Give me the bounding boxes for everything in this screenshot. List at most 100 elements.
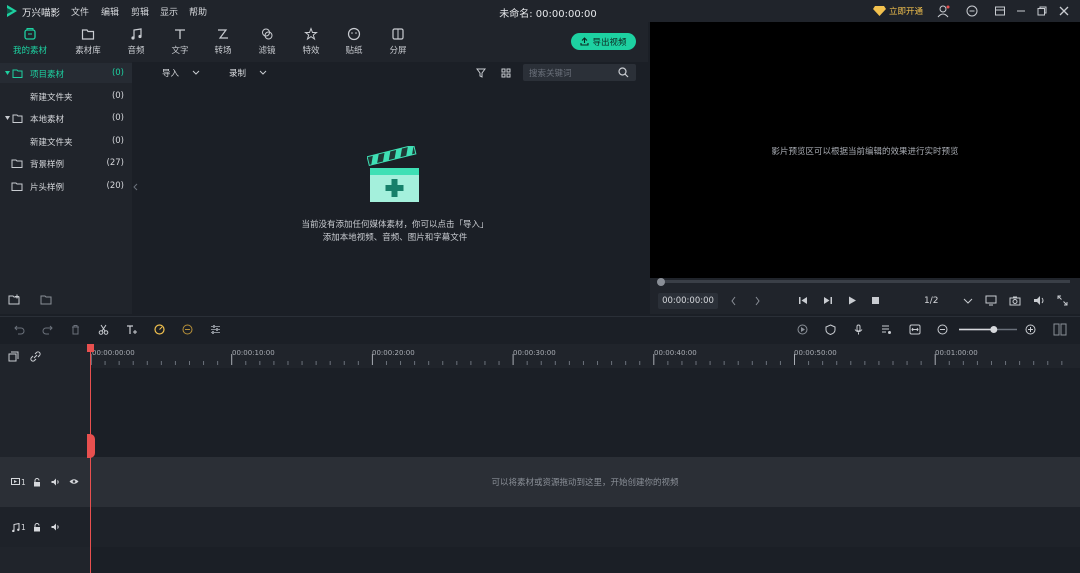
zoom-out-icon[interactable] (937, 324, 948, 335)
render-preview-icon[interactable] (797, 324, 808, 335)
tree-item-label: 本地素材 (30, 115, 65, 125)
in-out-bracket-icon[interactable] (729, 296, 769, 306)
tab-label: 特效 (302, 46, 320, 56)
adjust-sliders-icon[interactable] (210, 324, 221, 335)
tree-item-project-media[interactable]: 项目素材 (0) (0, 63, 132, 83)
play-icon[interactable] (847, 296, 857, 305)
tab-label: 转场 (214, 46, 232, 56)
preview-timecode[interactable]: 00:00:00:00 (658, 293, 718, 309)
import-label: 导入 (162, 69, 180, 79)
tree-item-new-folder-1[interactable]: 新建文件夹 (0) (0, 86, 132, 106)
text-icon (175, 29, 185, 39)
vip-open-button[interactable]: 立即开通 (889, 5, 923, 17)
undo-icon[interactable] (14, 324, 25, 335)
tab-audio[interactable]: 音频 (118, 27, 154, 56)
preview-seek-bar[interactable] (660, 280, 1070, 283)
zoom-slider[interactable] (958, 324, 1020, 335)
store-icon[interactable] (993, 4, 1007, 18)
folder-icon (11, 182, 23, 191)
redo-icon[interactable] (42, 324, 53, 335)
tab-sticker[interactable]: 贴纸 (336, 27, 372, 56)
ruler-label: 00:00:40:00 (654, 349, 697, 357)
visibility-eye-icon[interactable] (69, 478, 79, 485)
audio-mixer-icon[interactable] (881, 324, 892, 335)
monitor-icon[interactable] (985, 295, 997, 306)
playhead-line[interactable] (90, 346, 91, 573)
delete-icon[interactable] (70, 324, 81, 335)
import-dropdown[interactable]: 导入 (162, 67, 179, 79)
tab-filter[interactable]: 滤镜 (249, 27, 285, 56)
feedback-icon[interactable] (965, 4, 979, 18)
cut-scissors-icon[interactable] (98, 324, 109, 335)
speed-icon[interactable] (154, 324, 165, 335)
timeline-layout-icon[interactable] (1053, 323, 1067, 336)
add-track-icon[interactable] (8, 351, 19, 362)
folder-icon[interactable] (40, 294, 53, 306)
speaker-icon[interactable] (51, 478, 60, 486)
tree-item-new-folder-2[interactable]: 新建文件夹 (0) (0, 131, 132, 151)
tree-item-label: 项目素材 (30, 70, 65, 80)
ruler-label: 00:01:00:00 (935, 349, 978, 357)
previous-frame-icon[interactable] (798, 296, 808, 305)
tree-item-count: (0) (111, 68, 124, 78)
tab-effects[interactable]: 特效 (293, 27, 329, 56)
vip-diamond-icon[interactable] (872, 3, 887, 18)
marker-shield-icon[interactable] (825, 324, 836, 335)
filter-icon (262, 28, 273, 40)
search-icon[interactable] (618, 67, 629, 78)
tree-item-label: 片头样例 (30, 183, 65, 193)
playhead-handle[interactable] (87, 434, 95, 458)
preview-quality-select[interactable]: 1/2 (924, 296, 938, 306)
chevron-down-icon[interactable] (963, 298, 973, 304)
music-icon (131, 28, 142, 40)
grid-view-icon[interactable] (501, 68, 511, 78)
tab-split-screen[interactable]: 分屏 (380, 27, 416, 56)
export-video-button[interactable]: 导出视频 (571, 33, 636, 50)
empty-state-line1: 当前没有添加任何媒体素材，你可以点击「导入」 (301, 220, 489, 230)
tree-item-count: (0) (111, 136, 124, 146)
account-icon[interactable] (937, 4, 951, 18)
tab-text[interactable]: 文字 (162, 27, 198, 56)
fit-timeline-icon[interactable] (909, 324, 921, 335)
tree-item-label: 新建文件夹 (30, 138, 73, 148)
add-text-icon[interactable] (126, 324, 138, 335)
link-icon[interactable] (30, 351, 41, 362)
tree-item-local-media[interactable]: 本地素材 (0) (0, 108, 132, 128)
tab-media-library[interactable]: 素材库 (70, 27, 106, 56)
reverse-icon[interactable] (182, 324, 193, 335)
search-placeholder: 搜索关键词 (529, 69, 572, 79)
tab-transition[interactable]: 转场 (205, 27, 241, 56)
filter-funnel-icon[interactable] (476, 68, 486, 78)
video-track-hint: 可以将素材或资源拖动到这里，开始创建你的视频 (491, 478, 679, 488)
snapshot-camera-icon[interactable] (1009, 295, 1021, 306)
tree-item-intro-samples[interactable]: 片头样例 (20) (0, 176, 132, 196)
close-icon[interactable] (1057, 4, 1071, 18)
speaker-icon[interactable] (51, 523, 60, 531)
tree-item-count: (0) (111, 91, 124, 101)
fullscreen-icon[interactable] (1057, 295, 1068, 306)
folder-box-icon (24, 28, 36, 40)
lock-icon[interactable] (33, 523, 41, 532)
audio-track[interactable] (0, 507, 1080, 547)
tab-label: 音频 (127, 46, 145, 56)
preview-hint: 影片预览区可以根据当前编辑的效果进行实时预览 (771, 147, 959, 157)
record-dropdown[interactable]: 录制 (229, 67, 246, 79)
playhead-marker[interactable] (87, 344, 94, 352)
stop-icon[interactable] (871, 296, 880, 305)
microphone-icon[interactable] (853, 324, 864, 335)
maximize-icon[interactable] (1035, 4, 1049, 18)
minimize-icon[interactable] (1014, 4, 1028, 18)
effects-icon (304, 27, 318, 41)
play-frame-icon[interactable] (823, 296, 833, 305)
new-folder-icon[interactable] (8, 294, 21, 306)
volume-icon[interactable] (1033, 295, 1045, 306)
tree-item-background-samples[interactable]: 背景样例 (27) (0, 153, 132, 173)
video-track-number: 1 (21, 478, 26, 487)
tab-my-media[interactable]: 我的素材 (12, 27, 48, 56)
ruler-label: 00:00:00:00 (92, 349, 135, 357)
lock-icon[interactable] (33, 478, 41, 487)
zoom-in-icon[interactable] (1025, 324, 1036, 335)
preview-seek-handle[interactable] (657, 278, 665, 286)
upload-icon (580, 37, 590, 46)
tree-item-label: 背景样例 (30, 160, 65, 170)
